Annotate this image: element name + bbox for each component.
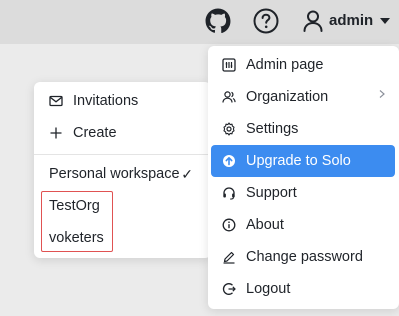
workspace-menu: Invitations Create Personal workspace ✓ …: [34, 82, 211, 258]
workspace-item-personal[interactable]: Personal workspace ✓: [34, 158, 211, 190]
menu-item-admin-page[interactable]: Admin page: [208, 49, 399, 81]
menu-item-organization[interactable]: Organization: [208, 81, 399, 113]
chevron-down-icon[interactable]: [380, 18, 390, 24]
user-menu: Admin page Organization Settings Upgrade…: [208, 46, 399, 309]
logout-icon: [222, 283, 236, 295]
upgrade-icon: [223, 155, 235, 167]
headset-icon: [223, 187, 235, 200]
menu-item-settings[interactable]: Settings: [208, 113, 399, 145]
workspace-item-voketers[interactable]: voketers: [34, 222, 211, 254]
info-icon: [222, 218, 236, 232]
checkmark-icon: ✓: [181, 165, 193, 182]
menu-item-logout[interactable]: Logout: [208, 273, 399, 305]
username-label[interactable]: admin: [329, 12, 373, 29]
workspace-label: voketers: [49, 230, 104, 246]
github-icon[interactable]: [205, 8, 231, 34]
organization-icon: [222, 91, 236, 103]
workspace-label: TestOrg: [49, 198, 100, 214]
workspace-label: Personal workspace: [49, 166, 180, 182]
mail-icon: [49, 95, 63, 107]
pencil-icon: [223, 251, 235, 264]
chevron-right-icon: [379, 90, 385, 98]
menu-item-label: Invitations: [73, 93, 139, 109]
help-icon[interactable]: [253, 8, 279, 34]
menu-item-label: Settings: [246, 121, 299, 137]
menu-item-label: Support: [246, 185, 297, 201]
menu-item-label: Upgrade to Solo: [246, 153, 351, 169]
menu-item-invitations[interactable]: Invitations: [34, 85, 211, 117]
menu-item-label: Admin page: [246, 57, 324, 73]
menu-item-label: About: [246, 217, 284, 233]
workspace-item-testorg[interactable]: TestOrg: [34, 190, 211, 222]
user-icon[interactable]: [303, 10, 323, 32]
menu-item-upgrade[interactable]: Upgrade to Solo: [211, 145, 395, 177]
menu-item-label: Logout: [246, 281, 291, 297]
menu-item-create[interactable]: Create: [34, 117, 211, 149]
menu-item-label: Change password: [246, 249, 363, 265]
plus-icon: [50, 127, 62, 139]
gear-icon: [223, 122, 235, 136]
admin-page-icon: [222, 58, 236, 72]
menu-item-label: Create: [73, 125, 117, 141]
divider: [34, 154, 211, 155]
menu-item-about[interactable]: About: [208, 209, 399, 241]
menu-item-change-password[interactable]: Change password: [208, 241, 399, 273]
menu-item-support[interactable]: Support: [208, 177, 399, 209]
top-bar: admin: [0, 0, 399, 44]
menu-item-label: Organization: [246, 89, 329, 105]
